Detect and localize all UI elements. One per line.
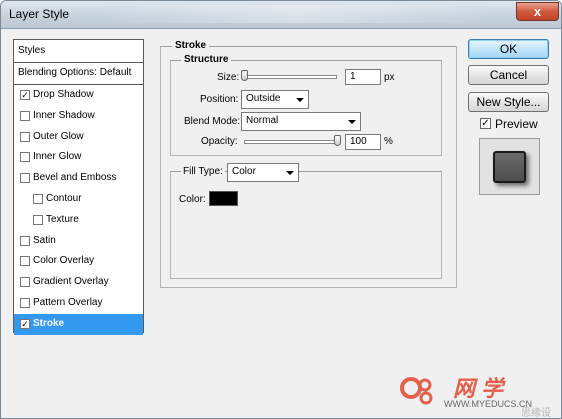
style-item[interactable]: Inner Glow (14, 147, 143, 168)
watermark-logo-icon (400, 377, 433, 405)
style-checkbox[interactable] (20, 152, 30, 163)
fill-type-value: Color (232, 166, 256, 177)
new-style-button[interactable]: New Style... (468, 92, 549, 112)
style-item[interactable]: ✓ Stroke (14, 313, 143, 335)
preview-checkbox[interactable]: ✓ (480, 118, 491, 129)
watermark-url-secondary: 思缘设计.COM (521, 408, 551, 419)
close-button[interactable]: x (516, 2, 559, 21)
opacity-unit: % (384, 136, 393, 147)
blend-mode-value: Normal (246, 115, 279, 126)
style-checkbox[interactable] (20, 110, 30, 121)
style-item[interactable]: Texture (14, 210, 143, 231)
blend-mode-label: Blend Mode: (184, 116, 241, 127)
window-title: Layer Style (9, 7, 70, 21)
style-item-label: Texture (46, 213, 79, 225)
chevron-down-icon (348, 120, 356, 124)
styles-header[interactable]: Styles (14, 40, 143, 63)
style-checkbox[interactable] (33, 193, 43, 204)
style-item-label: Stroke (33, 317, 65, 329)
style-item[interactable]: Bevel and Emboss (14, 168, 143, 189)
title-bar-background (96, 5, 496, 23)
preview-thumbnail (479, 138, 540, 195)
style-item-label: Color Overlay (33, 255, 95, 267)
watermark-url: WWW.MYEDUCS.CN (444, 399, 532, 409)
color-swatch[interactable] (209, 191, 238, 206)
style-item-label: Bevel and Emboss (33, 172, 117, 184)
style-item-label: Pattern Overlay (33, 296, 103, 308)
chevron-down-icon (296, 98, 304, 102)
style-item[interactable]: Pattern Overlay (14, 293, 143, 314)
style-item-label: Inner Glow (33, 151, 82, 163)
fill-type-select[interactable]: Color (227, 163, 299, 182)
style-checkbox[interactable]: ✓ (20, 90, 30, 100)
opacity-slider-thumb[interactable] (334, 135, 341, 146)
fill-group (170, 171, 442, 279)
style-item[interactable]: Color Overlay (14, 251, 143, 272)
size-label: Size: (217, 72, 240, 83)
color-label: Color: (179, 194, 206, 205)
style-item[interactable]: Satin (14, 231, 143, 252)
style-items: ✓ Drop Shadow Inner Shadow Outer Glow Inner … (14, 85, 143, 335)
styles-list: Styles Blending Options: Default ✓ Drop S… (13, 39, 144, 335)
style-item[interactable]: Gradient Overlay (14, 272, 143, 293)
chevron-down-icon (286, 171, 294, 175)
cancel-button[interactable]: Cancel (468, 65, 549, 85)
style-item[interactable]: Contour (14, 189, 143, 210)
layer-style-dialog: Layer Style x Styles Blending Options: D… (0, 0, 562, 419)
size-slider-thumb[interactable] (241, 70, 248, 81)
size-unit: px (384, 72, 395, 83)
fill-type-label: Fill Type: (181, 166, 225, 177)
style-checkbox[interactable]: ✓ (20, 318, 30, 329)
preview-swatch (493, 151, 526, 183)
style-item[interactable]: Inner Shadow (14, 106, 143, 127)
style-checkbox[interactable] (20, 277, 30, 288)
position-select[interactable]: Outside (241, 90, 309, 109)
position-value: Outside (246, 93, 281, 104)
style-item-label: Contour (46, 192, 82, 204)
style-item-label: Gradient Overlay (33, 276, 109, 288)
size-slider-track[interactable] (244, 75, 337, 79)
style-checkbox[interactable] (20, 173, 30, 184)
style-item-label: Satin (33, 234, 56, 246)
style-item-label: Inner Shadow (33, 109, 95, 121)
style-item-label: Outer Glow (33, 130, 84, 142)
structure-title: Structure (181, 54, 232, 65)
style-item[interactable]: Outer Glow (14, 127, 143, 148)
opacity-slider-track[interactable] (244, 140, 337, 144)
style-checkbox[interactable] (20, 235, 30, 246)
opacity-input[interactable]: 100 (345, 134, 381, 150)
ok-button[interactable]: OK (468, 39, 549, 59)
title-bar[interactable]: Layer Style x (1, 1, 561, 29)
style-item-label: Drop Shadow (33, 89, 94, 100)
style-checkbox[interactable] (20, 131, 30, 142)
style-item[interactable]: ✓ Drop Shadow (14, 85, 143, 106)
preview-label[interactable]: Preview (495, 117, 538, 131)
style-checkbox[interactable] (33, 214, 43, 225)
style-checkbox[interactable] (20, 297, 30, 308)
opacity-label: Opacity: (201, 136, 238, 147)
style-checkbox[interactable] (20, 256, 30, 267)
stroke-title: Stroke (172, 40, 210, 51)
blending-options-item[interactable]: Blending Options: Default (14, 63, 143, 85)
size-input[interactable]: 1 (345, 69, 381, 85)
blend-mode-select[interactable]: Normal (241, 112, 361, 131)
position-label: Position: (200, 94, 239, 105)
